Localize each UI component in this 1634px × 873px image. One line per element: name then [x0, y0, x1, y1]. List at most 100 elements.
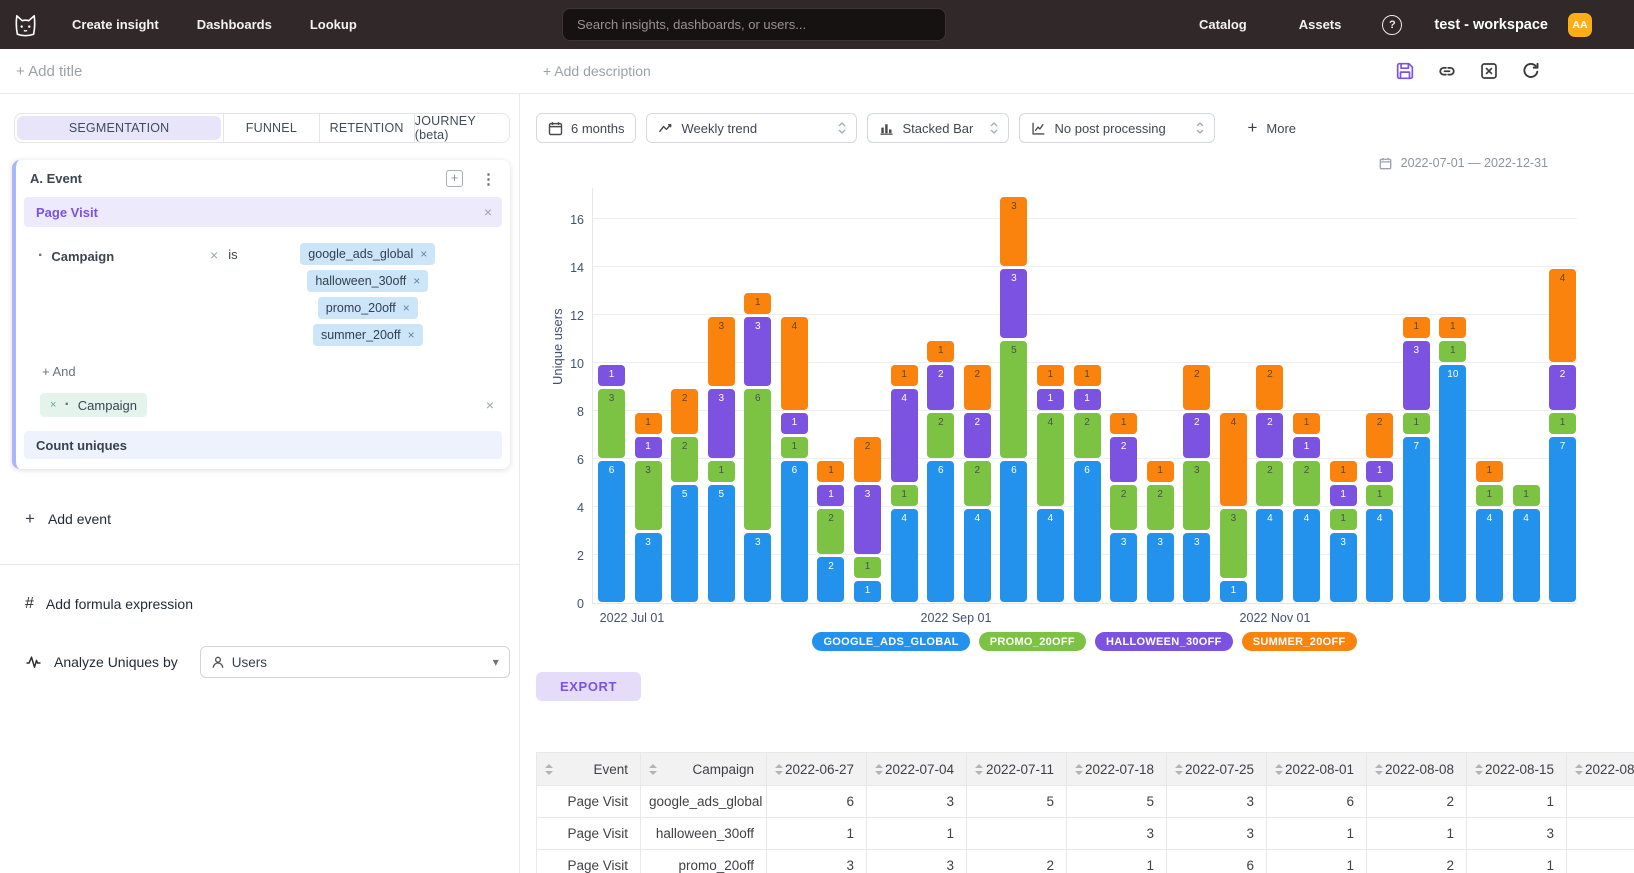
bar-segment-google_ads_global[interactable]: 3: [635, 533, 662, 602]
column-header[interactable]: 2022-07-04: [867, 753, 967, 786]
filter-value-tag[interactable]: halloween_30off ×: [307, 270, 428, 292]
bar-segment-google_ads_global[interactable]: 4: [1366, 509, 1393, 602]
bar-segment-halloween_30off[interactable]: 3: [854, 485, 881, 554]
bar-segment-google_ads_global[interactable]: 1: [1220, 581, 1247, 602]
bar-segment-promo_20off[interactable]: 2: [1110, 485, 1137, 530]
bar-segment-summer_20off[interactable]: 2: [671, 389, 698, 434]
sort-icon[interactable]: [1375, 764, 1383, 775]
bar-segment-promo_20off[interactable]: 3: [598, 389, 625, 458]
sort-icon[interactable]: [775, 764, 783, 775]
nav-assets[interactable]: Assets: [1280, 17, 1361, 32]
bar-segment-google_ads_global[interactable]: 4: [964, 509, 991, 602]
bar-segment-google_ads_global[interactable]: 6: [1000, 461, 1027, 602]
filter-operator[interactable]: is: [228, 247, 237, 263]
bar-segment-promo_20off[interactable]: 2: [817, 509, 844, 554]
global-search-input[interactable]: Search insights, dashboards, or users...: [562, 8, 946, 41]
bar-segment-google_ads_global[interactable]: 3: [1147, 533, 1174, 602]
bar-segment-summer_20off[interactable]: 1: [927, 341, 954, 362]
column-header[interactable]: 2022-08-08: [1367, 753, 1467, 786]
workspace-name[interactable]: test - workspace: [1434, 17, 1548, 33]
bar-segment-halloween_30off[interactable]: 3: [1000, 269, 1027, 338]
event-menu-icon[interactable]: ⋮: [481, 170, 496, 188]
remove-tag-icon[interactable]: ×: [408, 328, 415, 342]
event-selector[interactable]: Page Visit ×: [24, 197, 502, 227]
legend-pill-halloween_30off[interactable]: HALLOWEEN_30OFF: [1095, 632, 1233, 651]
bar-segment-google_ads_global[interactable]: 3: [744, 533, 771, 602]
column-header[interactable]: 2022-07-11: [967, 753, 1067, 786]
copy-link-icon[interactable]: [1438, 62, 1456, 80]
filter-property[interactable]: Campaign: [51, 249, 114, 264]
bar-segment-halloween_30off[interactable]: 1: [635, 437, 662, 458]
add-and-condition[interactable]: + And: [24, 350, 502, 385]
nav-create-insight[interactable]: Create insight: [53, 17, 178, 32]
bar-segment-promo_20off[interactable]: 1: [854, 557, 881, 578]
bar-segment-summer_20off[interactable]: 3: [1000, 197, 1027, 266]
bar-segment-promo_20off[interactable]: 2: [1256, 461, 1283, 506]
bar-segment-halloween_30off[interactable]: 1: [1366, 461, 1393, 482]
bar-segment-summer_20off[interactable]: 2: [964, 365, 991, 410]
bar-segment-promo_20off[interactable]: 1: [1513, 485, 1540, 506]
bar-segment-promo_20off[interactable]: 1: [708, 461, 735, 482]
sort-icon[interactable]: [1475, 764, 1483, 775]
bar-segment-halloween_30off[interactable]: 1: [817, 485, 844, 506]
bar-segment-google_ads_global[interactable]: 5: [671, 485, 698, 602]
bar-segment-google_ads_global[interactable]: 3: [1183, 533, 1210, 602]
bar-segment-halloween_30off[interactable]: 2: [1256, 413, 1283, 458]
bar-segment-google_ads_global[interactable]: 7: [1549, 437, 1576, 602]
legend-pill-google_ads_global[interactable]: GOOGLE_ADS_GLOBAL: [812, 632, 969, 651]
bar-segment-promo_20off[interactable]: 2: [1293, 461, 1320, 506]
sort-icon[interactable]: [875, 764, 883, 775]
bar-segment-google_ads_global[interactable]: 1: [854, 581, 881, 602]
remove-filter-icon[interactable]: ×: [210, 247, 218, 263]
bar-segment-summer_20off[interactable]: 3: [708, 317, 735, 386]
add-formula-button[interactable]: # Add formula expression: [25, 595, 519, 613]
bar-segment-promo_20off[interactable]: 3: [1220, 509, 1247, 578]
post-processing-select[interactable]: No post processing: [1019, 113, 1215, 143]
bar-segment-promo_20off[interactable]: 2: [671, 437, 698, 482]
bar-segment-promo_20off[interactable]: 1: [1476, 485, 1503, 506]
column-header[interactable]: 2022-08-15: [1467, 753, 1567, 786]
bar-segment-summer_20off[interactable]: 1: [891, 365, 918, 386]
bar-segment-google_ads_global[interactable]: 6: [781, 461, 808, 602]
filter-value-tag[interactable]: google_ads_global ×: [300, 243, 435, 265]
legend-pill-promo_20off[interactable]: PROMO_20OFF: [979, 632, 1086, 651]
bar-segment-halloween_30off[interactable]: 1: [1037, 389, 1064, 410]
tab-funnel[interactable]: FUNNEL: [223, 114, 319, 142]
legend-pill-summer_20off[interactable]: SUMMER_20OFF: [1242, 632, 1357, 651]
remove-tag-icon[interactable]: ×: [420, 247, 427, 261]
close-insight-icon[interactable]: [1480, 62, 1498, 80]
sort-icon[interactable]: [545, 764, 553, 775]
tab-retention[interactable]: RETENTION: [320, 114, 415, 142]
bar-segment-summer_20off[interactable]: 2: [1183, 365, 1210, 410]
bar-segment-summer_20off[interactable]: 1: [635, 413, 662, 434]
bar-segment-summer_20off[interactable]: 1: [1403, 317, 1430, 338]
bar-segment-promo_20off[interactable]: 3: [1183, 461, 1210, 530]
bar-segment-summer_20off[interactable]: 1: [1037, 365, 1064, 386]
bar-segment-promo_20off[interactable]: 2: [1147, 485, 1174, 530]
app-logo-cat-icon[interactable]: [12, 12, 39, 38]
bar-segment-summer_20off[interactable]: 1: [1293, 413, 1320, 434]
tab-segmentation[interactable]: SEGMENTATION: [17, 116, 221, 140]
filter-value-tag[interactable]: promo_20off ×: [318, 297, 418, 319]
trend-select[interactable]: Weekly trend: [646, 113, 857, 143]
bar-segment-summer_20off[interactable]: 1: [1147, 461, 1174, 482]
sort-icon[interactable]: [1575, 764, 1583, 775]
bar-segment-halloween_30off[interactable]: 2: [1183, 413, 1210, 458]
bar-segment-promo_20off[interactable]: 2: [1074, 413, 1101, 458]
bar-segment-google_ads_global[interactable]: 6: [598, 461, 625, 602]
export-button[interactable]: EXPORT: [536, 672, 641, 701]
bar-segment-google_ads_global[interactable]: 10: [1439, 365, 1466, 602]
bar-segment-promo_20off[interactable]: 1: [891, 485, 918, 506]
bar-segment-google_ads_global[interactable]: 4: [1476, 509, 1503, 602]
bar-segment-halloween_30off[interactable]: 3: [744, 317, 771, 386]
bar-segment-summer_20off[interactable]: 2: [1256, 365, 1283, 410]
sort-icon[interactable]: [975, 764, 983, 775]
chart-type-select[interactable]: Stacked Bar: [867, 113, 1009, 143]
bar-segment-promo_20off[interactable]: 3: [635, 461, 662, 530]
help-icon[interactable]: ?: [1382, 15, 1402, 35]
bar-segment-summer_20off[interactable]: 4: [1220, 413, 1247, 506]
bar-segment-promo_20off[interactable]: 1: [1549, 413, 1576, 434]
breakdown-chip[interactable]: × · Campaign: [40, 393, 147, 417]
bar-segment-halloween_30off[interactable]: 2: [927, 365, 954, 410]
bar-segment-google_ads_global[interactable]: 6: [927, 461, 954, 602]
